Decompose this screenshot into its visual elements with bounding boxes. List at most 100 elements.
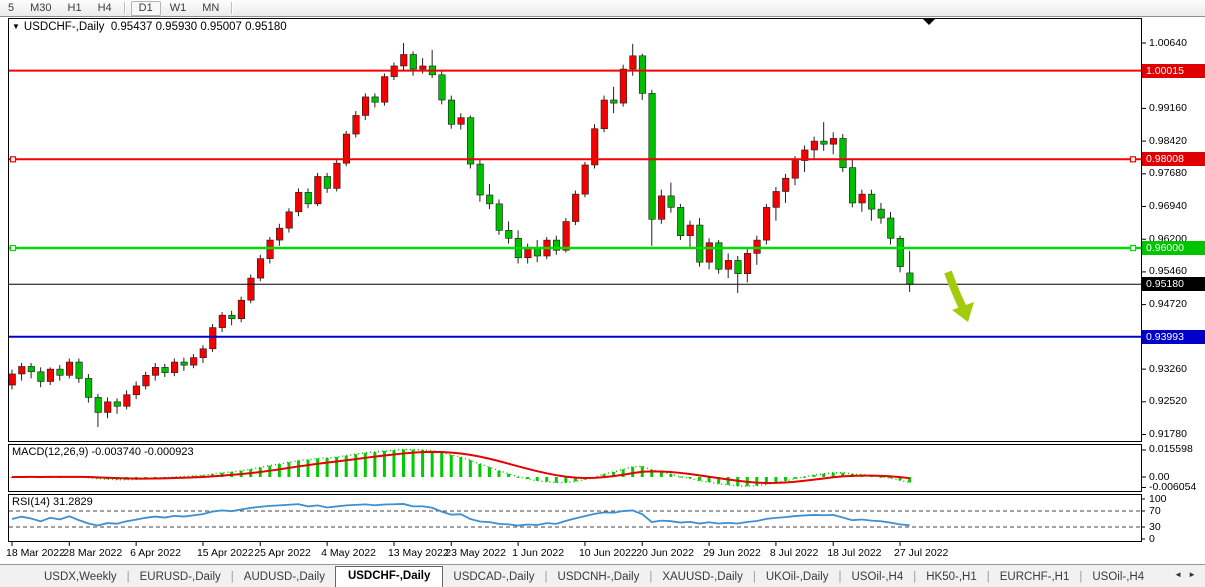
rsi-panel-label: RSI(14) 31.2829 <box>12 496 93 508</box>
tab-xauusd-daily[interactable]: XAUUSD-,Daily <box>652 568 753 587</box>
candle <box>94 393 102 428</box>
chart-legend: ▼ USDCHF-,Daily 0.95437 0.95930 0.95007 0… <box>12 21 287 33</box>
candle <box>295 188 303 217</box>
date-axis-label: 18 Jul 2022 <box>827 547 882 559</box>
hline-handle[interactable] <box>1129 244 1137 252</box>
candle <box>447 95 456 129</box>
candle <box>314 172 322 207</box>
candle <box>524 243 532 264</box>
candle <box>362 93 370 120</box>
candle <box>276 223 284 246</box>
candle <box>171 358 179 377</box>
candle <box>37 367 45 388</box>
hline-handle[interactable] <box>9 156 17 163</box>
tab-usoil-h4[interactable]: USOil-,H4 <box>1082 568 1154 587</box>
price-axis-label: 0.97680 <box>1149 167 1187 180</box>
chevron-down-icon: ▼ <box>12 22 20 31</box>
candle <box>438 71 446 105</box>
candle <box>677 203 685 241</box>
tab-eurchf-h1[interactable]: EURCHF-,H1 <box>990 568 1080 587</box>
candle <box>734 255 742 294</box>
price-axis-label: 1.00640 <box>1149 36 1187 49</box>
candle <box>724 253 732 279</box>
chart-canvas[interactable] <box>0 0 1205 562</box>
date-axis-label: 6 Apr 2022 <box>130 547 181 559</box>
candle <box>46 367 54 386</box>
candle <box>820 122 828 151</box>
candle <box>486 183 494 210</box>
rsi-indicator-name: RSI(14) <box>12 496 50 508</box>
candle <box>123 390 131 410</box>
candle <box>648 89 656 246</box>
price-axis-label: 0.99160 <box>1149 101 1187 114</box>
candle <box>705 238 713 270</box>
price-axis-label: 0.98420 <box>1149 134 1187 147</box>
date-axis-label: 23 May 2022 <box>445 547 506 559</box>
scroll-right-icon[interactable]: ► <box>1188 570 1202 579</box>
candle <box>839 134 847 173</box>
candle <box>142 371 150 390</box>
date-axis-label: 10 Jun 2022 <box>578 547 637 559</box>
tab-audusd-daily[interactable]: AUDUSD-,Daily <box>234 568 335 587</box>
candle <box>56 365 64 381</box>
tab-hk50-h1[interactable]: HK50-,H1 <box>916 568 987 587</box>
rsi-axis-label: 100 <box>1149 492 1167 505</box>
hline-handle[interactable] <box>9 244 17 252</box>
rsi-axis-label: 30 <box>1149 520 1161 533</box>
candle <box>600 95 608 133</box>
candle <box>285 208 293 233</box>
candle <box>75 358 83 383</box>
candle <box>333 159 341 192</box>
candle <box>342 130 351 167</box>
date-axis-label: 1 Jun 2022 <box>512 547 565 559</box>
candle <box>161 363 169 378</box>
tab-usdcad-daily[interactable]: USDCAD-,Daily <box>443 568 544 587</box>
candle <box>228 310 236 326</box>
price-badge-0.98008: 0.98008 <box>1142 152 1205 167</box>
candle <box>190 354 198 369</box>
date-axis-label: 28 Mar 2022 <box>63 547 123 559</box>
scroll-left-icon[interactable]: ◄ <box>1174 570 1188 579</box>
candle <box>256 254 265 282</box>
rsi-current-value: 31.2829 <box>52 496 93 508</box>
candles-series <box>9 43 914 428</box>
candle <box>457 113 465 130</box>
tab-eurusd-daily[interactable]: EURUSD-,Daily <box>130 568 231 587</box>
candle <box>658 189 666 224</box>
candle <box>782 173 790 203</box>
candle <box>266 236 274 264</box>
terminal-window: 5 M30 H1 H4 D1 W1 MN ▼ USDCHF-,Daily 0.95437 0.… <box>0 0 1205 587</box>
candle <box>495 199 503 235</box>
candle <box>906 251 914 292</box>
price-axis-label: 0.91780 <box>1149 428 1187 441</box>
candle <box>686 220 694 248</box>
candle <box>868 189 876 221</box>
tab-usdchf-daily[interactable]: USDCHF-,Daily <box>334 566 444 587</box>
tab-usdcnh-daily[interactable]: USDCNH-,Daily <box>548 568 650 587</box>
chart-shift-marker-icon <box>923 19 935 25</box>
tab-usdx-weekly[interactable]: USDX,Weekly <box>34 568 127 587</box>
candle <box>581 161 589 198</box>
candle <box>65 358 74 379</box>
candle <box>151 362 160 381</box>
hline-handle[interactable] <box>1129 156 1137 163</box>
date-axis-label: 8 Jul 2022 <box>769 547 819 559</box>
candle <box>667 182 675 213</box>
date-axis-label: 25 Apr 2022 <box>254 547 311 559</box>
macd-indicator-name: MACD(12,26,9) <box>12 446 89 458</box>
candle <box>772 187 780 221</box>
tab-usoil-h4[interactable]: USOil-,H4 <box>841 568 913 587</box>
date-axis-label: 27 Jul 2022 <box>894 547 949 559</box>
tab-ukoil-daily[interactable]: UKOil-,Daily <box>756 568 839 587</box>
down-arrow-annotation <box>944 270 974 322</box>
price-axis-label: 0.93260 <box>1149 362 1187 375</box>
candle <box>829 132 838 155</box>
candle <box>877 202 885 224</box>
candle <box>247 274 255 304</box>
price-badge-0.95180: 0.95180 <box>1142 277 1205 292</box>
candle <box>638 53 647 101</box>
date-axis-label: 4 May 2022 <box>321 547 376 559</box>
candle <box>696 217 704 267</box>
candle <box>304 188 312 209</box>
date-axis-label: 13 May 2022 <box>387 547 449 559</box>
